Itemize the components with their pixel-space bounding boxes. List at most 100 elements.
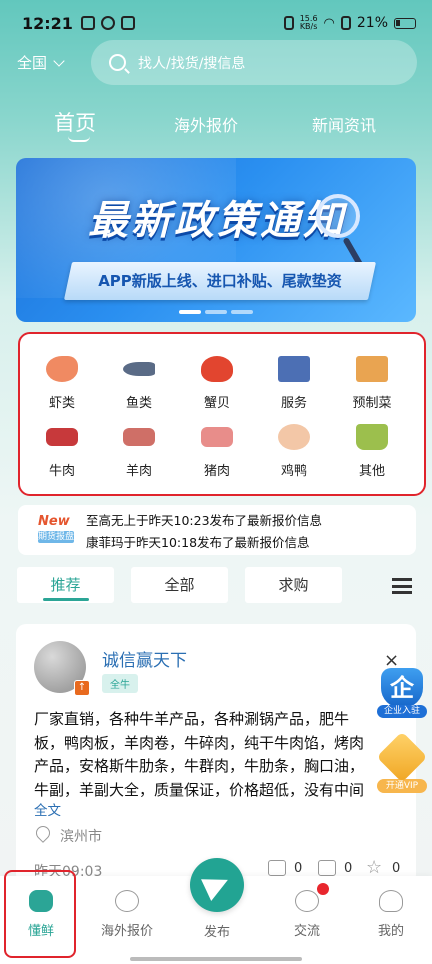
category-label: 其他 (358, 464, 385, 479)
category-lamb[interactable]: 羊肉 (109, 424, 169, 479)
crab-icon (201, 356, 233, 382)
enterprise-join-button[interactable]: 企 企业入驻 (377, 668, 427, 722)
net-speed-unit: KB/s (299, 22, 318, 31)
region-label: 全国 (17, 54, 48, 72)
banner-pagination (0, 310, 432, 314)
category-beef[interactable]: 牛肉 (32, 424, 92, 479)
chicken-icon (278, 424, 310, 450)
wechat-icon (100, 16, 115, 30)
news-item[interactable]: 康菲玛于昨天10:18发布了最新报价信息 (86, 532, 310, 551)
tab-home[interactable]: 首页 (54, 107, 96, 137)
status-time: 12:21 (22, 13, 73, 33)
star-icon: ☆ (366, 857, 383, 878)
battery-percent: 21% (356, 15, 388, 31)
notification-icons (80, 16, 135, 30)
filter-tab-all[interactable]: 全部 (131, 567, 228, 603)
like-button[interactable]: 0 (268, 860, 302, 876)
app-notification-icon (80, 16, 95, 30)
nav-home-highlight (4, 870, 76, 958)
like-count: 0 (294, 860, 303, 876)
category-label: 猪肉 (203, 464, 230, 479)
nav-chat[interactable]: 交流 (272, 890, 342, 939)
wifi-icon: ◠ (323, 15, 335, 31)
search-input[interactable]: 找人/找货/搜信息 (91, 40, 417, 85)
menu-icon[interactable] (392, 578, 412, 594)
comment-button[interactable]: 0 (318, 860, 352, 876)
tab-home-underline (68, 136, 90, 142)
publish-button[interactable] (190, 858, 244, 912)
expand-full-text-link[interactable]: 全文 (34, 799, 61, 819)
banner-dot[interactable] (179, 310, 201, 314)
favorite-button[interactable]: ☆ 0 (366, 857, 401, 878)
category-fish[interactable]: 鱼类 (109, 356, 169, 411)
post-card[interactable]: ↑ 诚信赢天下 全牛 厂家直销，各种牛羊产品，各种涮锅产品，肥牛板，鸭肉板，羊肉… (16, 624, 416, 884)
nav-profile[interactable]: 我的 (356, 890, 426, 939)
beef-icon (46, 428, 78, 446)
promo-banner[interactable]: 最新政策通知 APP新版上线、进口补贴、尾款垫资 (16, 158, 416, 322)
banner-dot[interactable] (231, 310, 253, 314)
nav-label: 交流 (293, 924, 320, 939)
enterprise-join-label: 企业入驻 (377, 705, 427, 718)
location-pin-icon (33, 823, 53, 843)
category-pork[interactable]: 猪肉 (187, 424, 247, 479)
category-shrimp[interactable]: 虾类 (32, 356, 92, 411)
chat-notification-badge (317, 883, 329, 895)
category-label: 蟹贝 (203, 396, 230, 411)
post-body: 厂家直销，各种牛羊产品，各种涮锅产品，肥牛板，鸭肉板，羊肉卷，牛碎肉，纯干牛肉馅… (34, 710, 365, 799)
news-ticker[interactable]: New 期货报盘 至高无上于昨天10:23发布了最新报价信息 康菲玛于昨天10:… (18, 505, 416, 555)
signal-icon (340, 16, 351, 30)
filter-tab-underline (43, 598, 89, 601)
category-label: 服务 (280, 396, 307, 411)
category-prepared-food[interactable]: 预制菜 (342, 356, 402, 411)
chat-icon (295, 890, 319, 912)
battery-icon (394, 17, 416, 29)
package-icon (356, 356, 388, 382)
fish-icon (123, 362, 155, 376)
category-other[interactable]: 其他 (342, 424, 402, 479)
category-crab[interactable]: 蟹贝 (187, 356, 247, 411)
nav-label: 我的 (377, 924, 404, 939)
news-item[interactable]: 至高无上于昨天10:23发布了最新报价信息 (86, 510, 322, 529)
vip-label: 开通VIP (377, 779, 427, 793)
news-badge-new: New (38, 514, 70, 529)
home-indicator[interactable] (130, 957, 302, 961)
tab-overseas-quotes[interactable]: 海外报价 (174, 112, 238, 136)
publish-label: 发布 (203, 925, 230, 940)
category-label: 鸡鸭 (280, 464, 307, 479)
status-right: 15.6 KB/s ◠ 21% (283, 15, 416, 31)
vibrate-icon (283, 16, 294, 30)
vip-button[interactable]: 开通VIP (376, 731, 428, 793)
net-speed: 15.6 KB/s (300, 15, 318, 31)
thumb-up-icon (268, 860, 286, 876)
comment-icon (318, 860, 336, 876)
vip-crown-icon (376, 731, 428, 783)
truck-icon (278, 356, 310, 382)
category-label: 鱼类 (125, 396, 152, 411)
message-icon (120, 16, 135, 30)
lamb-icon (123, 428, 155, 446)
category-label: 虾类 (48, 396, 75, 411)
rank-up-icon: ↑ (74, 680, 90, 696)
chevron-down-icon (53, 54, 65, 67)
send-icon (201, 869, 233, 901)
post-author[interactable]: 诚信赢天下 (102, 646, 187, 671)
category-grid: 虾类 鱼类 蟹贝 服务 预制菜 牛肉 羊肉 猪肉 鸡鸭 其他 (18, 332, 426, 496)
category-poultry[interactable]: 鸡鸭 (264, 424, 324, 479)
region-selector[interactable]: 全国 (17, 52, 65, 73)
news-badge-sub: 期货报盘 (38, 531, 75, 543)
globe-icon (115, 890, 139, 912)
nav-overseas-quotes[interactable]: 海外报价 (92, 890, 162, 939)
profile-icon (379, 890, 403, 912)
tab-news[interactable]: 新闻资讯 (312, 112, 376, 136)
banner-title: 最新政策通知 (88, 198, 346, 244)
favorite-count: 0 (392, 860, 401, 876)
banner-dot[interactable] (205, 310, 227, 314)
top-tabs: 首页 海外报价 新闻资讯 (0, 104, 432, 144)
comment-count: 0 (344, 860, 353, 876)
futures-news-badge: New 期货报盘 (38, 514, 74, 546)
filter-tab-wanted[interactable]: 求购 (245, 567, 342, 603)
search-icon (109, 54, 126, 71)
nav-label: 海外报价 (100, 924, 153, 939)
search-placeholder: 找人/找货/搜信息 (138, 55, 246, 72)
category-service[interactable]: 服务 (264, 356, 324, 411)
